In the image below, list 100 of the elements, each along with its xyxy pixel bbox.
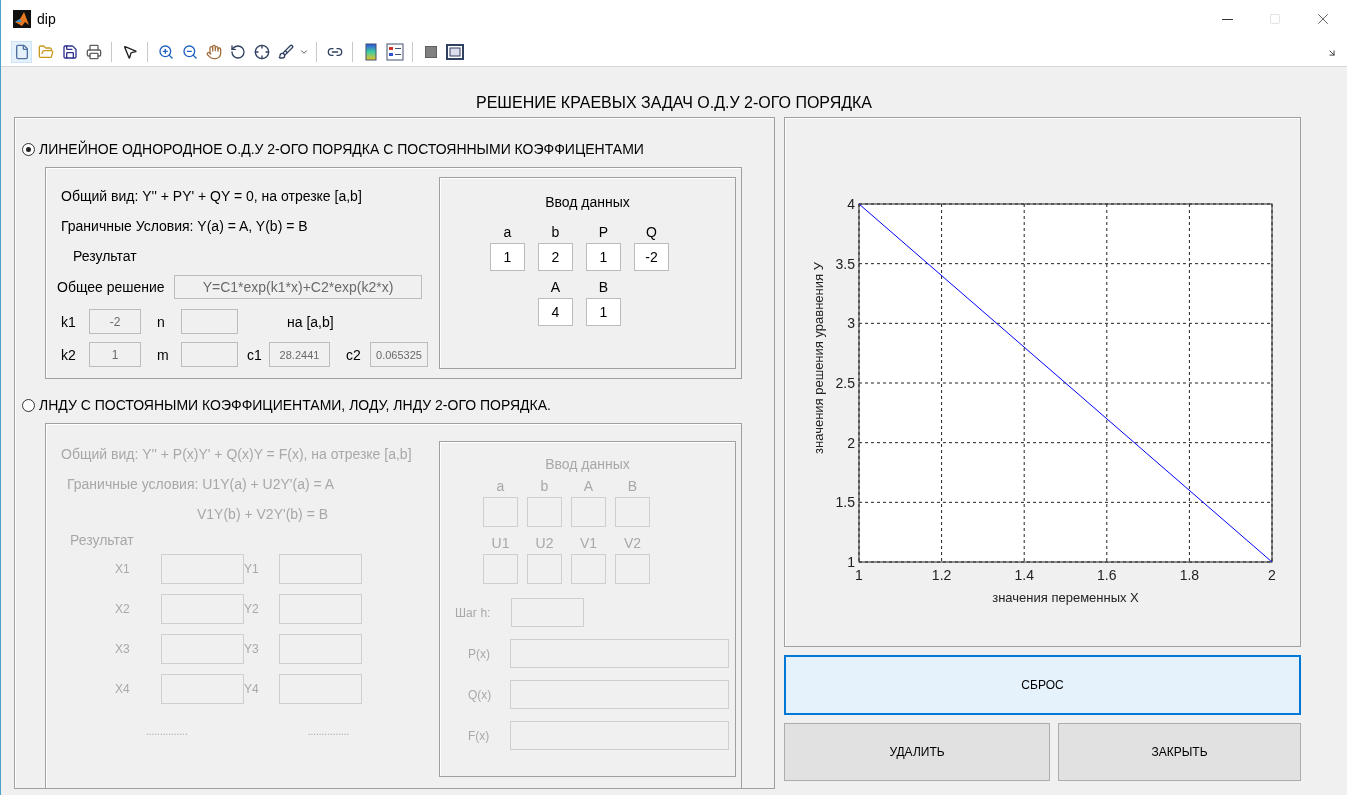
result-label: Результат [70, 532, 134, 548]
field-label: k2 [61, 346, 77, 363]
ellipsis-text: ............... [146, 726, 188, 737]
output-field: Y=C1*exp(k1*x)+C2*exp(k2*x) [174, 275, 422, 299]
legend-icon [385, 43, 404, 61]
field-label: a [496, 478, 505, 494]
app-logo-icon [13, 10, 31, 28]
field-label: Y2 [244, 602, 259, 616]
tick-label: 1 [855, 567, 863, 583]
input-field[interactable]: 2 [538, 243, 573, 271]
input-field[interactable]: -2 [634, 243, 669, 271]
tick-label: 3 [847, 315, 855, 332]
folder-icon [37, 44, 54, 60]
tick-label: 2 [847, 434, 855, 451]
tick-label: 2 [1268, 567, 1276, 583]
field-label: X4 [115, 682, 130, 696]
field-label: Шаг h: [455, 605, 492, 620]
dock-arrow-icon[interactable] [1327, 48, 1337, 58]
input-field[interactable]: 4 [538, 298, 573, 326]
field-label: V2 [623, 535, 642, 551]
colorbar-icon [364, 43, 377, 61]
field-label: c2 [346, 346, 362, 363]
general-form-text: Общий вид: Y'' + PY' + QY = 0, на отрезке [a,b] [61, 188, 362, 204]
general-form-text: Общий вид: Y'' + P(x)Y' + Q(x)Y = F(x), на отрезке [a,b] [61, 446, 412, 462]
input-field[interactable]: 1 [490, 243, 525, 271]
tick-label: 1.8 [1179, 567, 1200, 583]
boundary-conditions-text: V1Y(b) + V2Y'(b) = B [197, 506, 329, 522]
output-field: 1 [89, 342, 141, 367]
field-label: U2 [535, 535, 554, 551]
brush-icon [277, 44, 294, 60]
field-label: Q [646, 224, 657, 240]
toolbar-button[interactable] [444, 41, 465, 63]
hand-icon [205, 44, 222, 60]
output-field: -2 [89, 309, 141, 334]
window-title: dip [37, 11, 57, 27]
window-icon [445, 44, 464, 60]
maximize-icon [1269, 13, 1281, 25]
field-label: m [157, 346, 170, 363]
field-label: n [157, 313, 166, 330]
field-label: A [583, 478, 594, 494]
field-label: F(x) [468, 728, 491, 743]
save-icon [61, 44, 78, 60]
output-field [181, 342, 238, 367]
close-dialog-button[interactable]: ЗАКРЫТЬ [1058, 723, 1301, 781]
field-label: b [551, 224, 560, 240]
reset-button[interactable]: СБРОС [784, 655, 1301, 715]
tick-label: 1 [847, 554, 855, 570]
output-field: 28.2441 [269, 342, 330, 367]
boundary-conditions-text: Граничные условия: U1Y(a) + U2Y'(a) = A [67, 476, 335, 492]
interval-label: на [a,b] [287, 313, 334, 330]
minimize-icon [1221, 18, 1233, 20]
page-heading: РЕШЕНИЕ КРАЕВЫХ ЗАДАЧ О.Д.У 2-ОГО ПОРЯДКА [474, 93, 874, 113]
square-icon [424, 46, 437, 58]
tick-label: 4 [847, 196, 855, 212]
field-label: B [598, 279, 609, 295]
panel-title: Ввод данных [545, 194, 630, 210]
radio-option[interactable]: ЛИНЕЙНОЕ ОДНОРОДНОЕ О.Д.У 2-ОГО ПОРЯДКА С ПОСТОЯННЫМИ КОЭФФИЦЕНТАМИ [22, 139, 644, 159]
radio-option[interactable]: ЛНДУ С ПОСТОЯНЫМИ КОЭФФИЦИЕНТАМИ, ЛОДУ, ЛНДУ 2-ОГО ПОРЯДКА. [22, 395, 551, 415]
zoom-out-icon [181, 44, 198, 60]
crosshair-icon [253, 44, 270, 60]
field-label: X2 [115, 602, 130, 616]
field-label: a [503, 224, 512, 240]
rotate-icon [229, 44, 246, 60]
result-label: Результат [73, 248, 137, 264]
field-label: P(x) [468, 646, 491, 661]
tick-label: 1.6 [1097, 567, 1117, 583]
boundary-conditions-text: Граничные Условия: Y(a) = A, Y(b) = B [61, 218, 308, 234]
input-field[interactable]: 1 [586, 243, 621, 271]
field-label: k1 [61, 313, 77, 330]
field-label: Y1 [244, 562, 259, 576]
field-label: B [627, 478, 638, 494]
delete-button[interactable]: УДАЛИТЬ [784, 723, 1050, 781]
field-label: Q(x) [468, 687, 493, 702]
new-file-icon [13, 44, 30, 60]
general-solution-label: Общее решение [57, 279, 166, 295]
field-label: P [598, 224, 609, 240]
axis-label: значения решения уравнения У [811, 262, 826, 454]
tick-label: 1.4 [1014, 567, 1034, 583]
ellipsis-text: ............... [307, 726, 350, 737]
field-label: Y3 [244, 642, 259, 656]
toolbar-button[interactable] [384, 41, 405, 63]
pointer-icon [121, 44, 138, 60]
tick-label: 2.5 [835, 375, 855, 391]
printer-icon [85, 44, 102, 60]
field-label: A [550, 279, 561, 295]
input-field[interactable]: 1 [586, 298, 621, 326]
output-field [181, 309, 238, 334]
field-label: Y4 [244, 682, 259, 696]
field-label: V1 [579, 535, 598, 551]
axis-label: значения переменных X [992, 590, 1139, 605]
zoom-in-icon [157, 44, 174, 60]
caret-icon[interactable] [299, 47, 309, 57]
tick-label: 3.5 [835, 255, 855, 272]
field-label: b [540, 478, 549, 494]
output-field: 0.065325 [370, 342, 428, 367]
field-label: c1 [247, 346, 263, 363]
field-label: X1 [115, 562, 130, 576]
field-label: X3 [115, 642, 130, 656]
tick-label: 1.2 [931, 567, 952, 583]
tick-label: 1.5 [835, 494, 855, 511]
